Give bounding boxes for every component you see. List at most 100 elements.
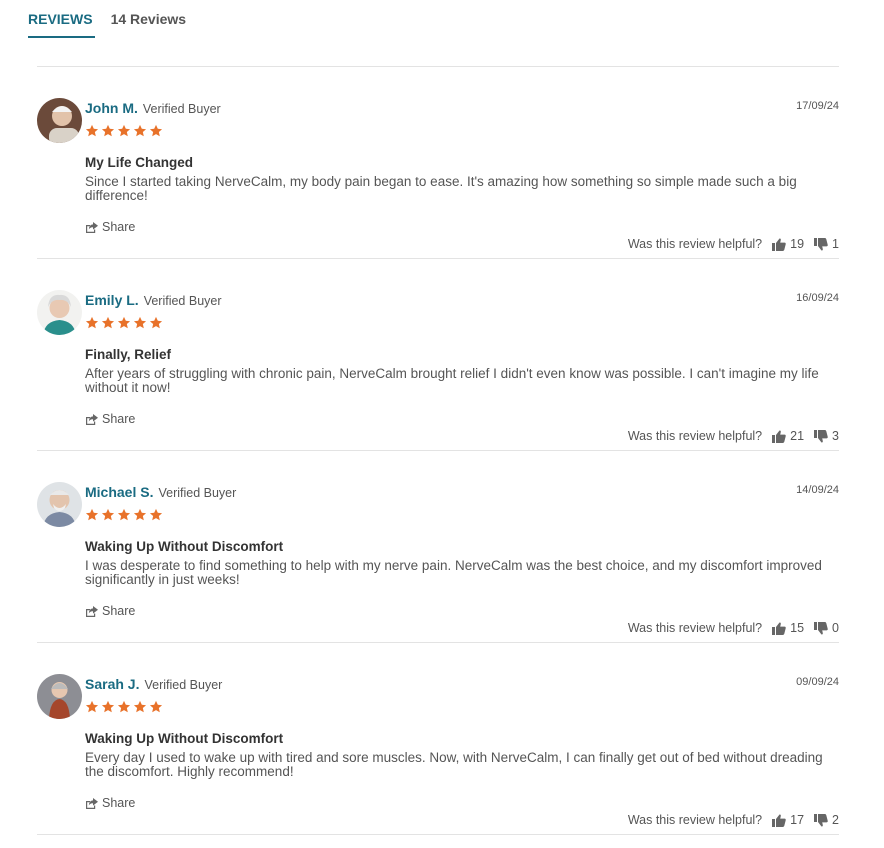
reviewer-name: Sarah J. bbox=[85, 676, 140, 692]
thumbs-up-icon bbox=[772, 237, 786, 251]
tab-reviews[interactable]: REVIEWS bbox=[28, 0, 95, 38]
star-rating bbox=[85, 316, 163, 330]
helpful-label: Was this review helpful? bbox=[627, 429, 763, 443]
star-icon bbox=[101, 316, 115, 329]
thumbs-down-icon bbox=[814, 621, 828, 635]
reviewer-name: Michael S. bbox=[85, 484, 154, 500]
review-tabs: REVIEWS 14 Reviews bbox=[28, 0, 186, 38]
avatar bbox=[37, 482, 82, 527]
reviews-count: 14 Reviews bbox=[110, 11, 187, 27]
thumbs-up-icon bbox=[772, 813, 786, 827]
reviewer-line: Michael S. Verified Buyer bbox=[85, 484, 236, 500]
thumbs-down-icon bbox=[814, 429, 828, 443]
star-icon bbox=[117, 700, 131, 713]
reviewer-line: John M. Verified Buyer bbox=[85, 100, 221, 116]
share-icon bbox=[86, 221, 98, 233]
helpful-no-button[interactable]: 3 bbox=[814, 429, 839, 443]
review-body: Since I started taking NerveCalm, my bod… bbox=[85, 174, 797, 203]
review-date: 14/09/24 bbox=[796, 484, 839, 496]
share-button[interactable]: Share bbox=[85, 412, 135, 426]
star-icon bbox=[117, 316, 131, 329]
star-icon bbox=[85, 700, 99, 713]
review-title: Waking Up Without Discomfort bbox=[85, 731, 284, 746]
star-icon bbox=[85, 316, 99, 329]
review-body: After years of struggling with chronic p… bbox=[85, 366, 819, 395]
review-title: Waking Up Without Discomfort bbox=[85, 539, 284, 554]
verified-badge: Verified Buyer bbox=[143, 294, 222, 308]
helpful-yes-count: 19 bbox=[790, 237, 805, 251]
helpful-yes-button[interactable]: 15 bbox=[772, 621, 804, 635]
helpful-yes-count: 15 bbox=[790, 621, 805, 635]
review-item: John M. Verified Buyer 17/09/24 My Life … bbox=[37, 67, 839, 259]
star-icon bbox=[117, 124, 131, 137]
share-icon bbox=[86, 413, 98, 425]
share-label: Share bbox=[102, 412, 136, 426]
helpful-no-count: 1 bbox=[832, 237, 839, 251]
avatar bbox=[37, 290, 82, 335]
reviewer-name: Emily L. bbox=[85, 292, 139, 308]
star-icon bbox=[85, 124, 99, 137]
thumbs-down-icon bbox=[814, 813, 828, 827]
helpful-yes-count: 17 bbox=[790, 813, 805, 827]
helpful-no-button[interactable]: 1 bbox=[814, 237, 839, 251]
helpful-yes-button[interactable]: 19 bbox=[772, 237, 804, 251]
share-icon bbox=[86, 605, 98, 617]
star-icon bbox=[133, 316, 147, 329]
verified-badge: Verified Buyer bbox=[144, 678, 223, 692]
helpful-yes-button[interactable]: 17 bbox=[772, 813, 804, 827]
star-icon bbox=[101, 124, 115, 137]
share-button[interactable]: Share bbox=[85, 220, 135, 234]
verified-badge: Verified Buyer bbox=[142, 102, 221, 116]
thumbs-up-icon bbox=[772, 429, 786, 443]
star-icon bbox=[133, 700, 147, 713]
share-label: Share bbox=[102, 604, 136, 618]
review-title: My Life Changed bbox=[85, 155, 194, 170]
reviewer-name: John M. bbox=[85, 100, 138, 116]
review-list: John M. Verified Buyer 17/09/24 My Life … bbox=[37, 67, 839, 835]
star-icon bbox=[85, 508, 99, 521]
helpful-row: Was this review helpful? 21 3 bbox=[628, 429, 839, 443]
review-item: Emily L. Verified Buyer 16/09/24 Finally… bbox=[37, 259, 839, 451]
review-item: Sarah J. Verified Buyer 09/09/24 Waking … bbox=[37, 643, 839, 835]
avatar bbox=[37, 98, 82, 143]
star-rating bbox=[85, 508, 163, 522]
review-body: Every day I used to wake up with tired a… bbox=[85, 750, 823, 779]
thumbs-down-icon bbox=[814, 237, 828, 251]
review-body: I was desperate to find something to hel… bbox=[85, 558, 822, 587]
helpful-row: Was this review helpful? 17 2 bbox=[628, 813, 839, 827]
helpful-label: Was this review helpful? bbox=[627, 621, 763, 635]
review-date: 09/09/24 bbox=[796, 676, 839, 688]
share-icon bbox=[86, 797, 98, 809]
helpful-no-count: 3 bbox=[832, 429, 839, 443]
helpful-row: Was this review helpful? 15 0 bbox=[628, 621, 839, 635]
avatar bbox=[37, 674, 82, 719]
helpful-label: Was this review helpful? bbox=[627, 813, 763, 827]
share-button[interactable]: Share bbox=[85, 604, 135, 618]
verified-badge: Verified Buyer bbox=[158, 486, 237, 500]
star-rating bbox=[85, 124, 163, 138]
star-rating bbox=[85, 700, 163, 714]
star-icon bbox=[133, 124, 147, 137]
helpful-no-button[interactable]: 2 bbox=[814, 813, 839, 827]
review-date: 16/09/24 bbox=[796, 292, 839, 304]
helpful-label: Was this review helpful? bbox=[627, 237, 763, 251]
star-icon bbox=[117, 508, 131, 521]
star-icon bbox=[133, 508, 147, 521]
star-icon bbox=[149, 124, 163, 137]
helpful-no-count: 0 bbox=[832, 621, 839, 635]
star-icon bbox=[149, 700, 163, 713]
helpful-no-button[interactable]: 0 bbox=[814, 621, 839, 635]
helpful-row: Was this review helpful? 19 1 bbox=[628, 237, 839, 251]
helpful-yes-button[interactable]: 21 bbox=[772, 429, 804, 443]
star-icon bbox=[149, 508, 163, 521]
helpful-yes-count: 21 bbox=[790, 429, 805, 443]
share-button[interactable]: Share bbox=[85, 796, 135, 810]
reviewer-line: Sarah J. Verified Buyer bbox=[85, 676, 222, 692]
star-icon bbox=[149, 316, 163, 329]
helpful-no-count: 2 bbox=[832, 813, 839, 827]
reviewer-line: Emily L. Verified Buyer bbox=[85, 292, 222, 308]
share-label: Share bbox=[102, 796, 136, 810]
review-title: Finally, Relief bbox=[85, 347, 172, 362]
thumbs-up-icon bbox=[772, 621, 786, 635]
star-icon bbox=[101, 508, 115, 521]
